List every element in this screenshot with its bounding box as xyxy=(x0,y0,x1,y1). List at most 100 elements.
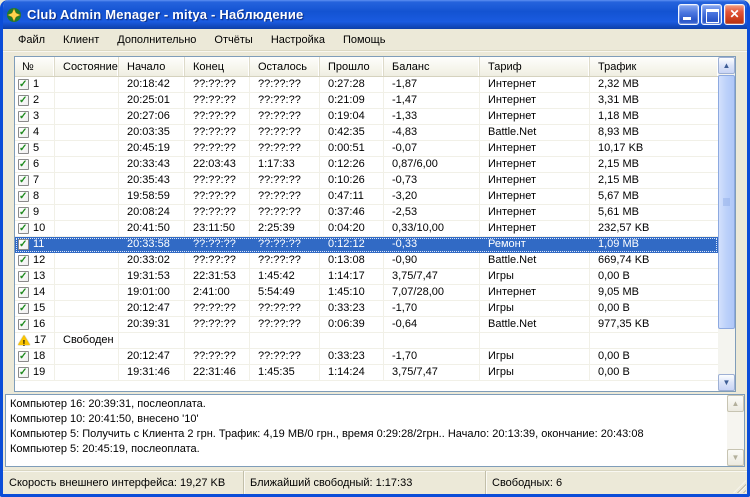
menu-item-help[interactable]: Помощь xyxy=(334,31,395,49)
menu-item-reports[interactable]: Отчёты xyxy=(205,31,261,49)
scroll-up-icon[interactable]: ▲ xyxy=(727,395,744,412)
cell-tariff: Ремонт xyxy=(480,237,590,253)
table-row[interactable]: 15 20:12:47 ??:??:?? ??:??:?? 0:33:23 -1… xyxy=(15,301,718,317)
cell-tariff: Интернет xyxy=(480,285,590,301)
cell-state: Свободен xyxy=(55,333,119,349)
column-header-start[interactable]: Начало xyxy=(119,57,185,76)
warning-icon xyxy=(18,335,30,348)
row-number: 17 xyxy=(34,334,47,346)
table-row[interactable]: 1 20:18:42 ??:??:?? ??:??:?? 0:27:28 -1,… xyxy=(15,77,718,93)
table-row[interactable]: 6 20:33:43 22:03:43 1:17:33 0:12:26 0,87… xyxy=(15,157,718,173)
cell-tariff: Интернет xyxy=(480,93,590,109)
log-line: Компьютер 10: 20:41:50, внесено '10' xyxy=(10,413,199,425)
menu-item-extra[interactable]: Дополнительно xyxy=(108,31,205,49)
cell-remaining: ??:??:?? xyxy=(250,93,320,109)
cell-remaining: ??:??:?? xyxy=(250,301,320,317)
cell-traffic: 1,18 MB xyxy=(590,109,718,125)
maximize-button[interactable] xyxy=(701,4,722,25)
cell-start: 19:01:00 xyxy=(119,285,185,301)
menu-item-file[interactable]: Файл xyxy=(9,31,54,49)
cell-remaining: 2:25:39 xyxy=(250,221,320,237)
cell-end: ??:??:?? xyxy=(185,253,250,269)
cell-end: ??:??:?? xyxy=(185,77,250,93)
cell-elapsed: 0:42:35 xyxy=(320,125,384,141)
scroll-up-icon[interactable]: ▲ xyxy=(718,57,735,74)
table-row[interactable]: 2 20:25:01 ??:??:?? ??:??:?? 0:21:09 -1,… xyxy=(15,93,718,109)
cell-start: 20:45:19 xyxy=(119,141,185,157)
table-row[interactable]: 19 19:31:46 22:31:46 1:45:35 1:14:24 3,7… xyxy=(15,365,718,381)
minimize-button[interactable] xyxy=(678,4,699,25)
table-row[interactable]: 10 20:41:50 23:11:50 2:25:39 0:04:20 0,3… xyxy=(15,221,718,237)
table-row[interactable]: 3 20:27:06 ??:??:?? ??:??:?? 0:19:04 -1,… xyxy=(15,109,718,125)
table-row[interactable]: 17 Свободен xyxy=(15,333,718,349)
column-header-end[interactable]: Конец xyxy=(185,57,250,76)
cell-end: 22:03:43 xyxy=(185,157,250,173)
menu-item-settings[interactable]: Настройка xyxy=(262,31,334,49)
table-row[interactable]: 9 20:08:24 ??:??:?? ??:??:?? 0:37:46 -2,… xyxy=(15,205,718,221)
column-header-tariff[interactable]: Тариф xyxy=(480,57,590,76)
table-row[interactable]: 13 19:31:53 22:31:53 1:45:42 1:14:17 3,7… xyxy=(15,269,718,285)
cell-elapsed: 0:06:39 xyxy=(320,317,384,333)
titlebar[interactable]: Club Admin Menager - mitya - Наблюдение xyxy=(3,0,747,29)
cell-start xyxy=(119,333,185,349)
menu-item-client[interactable]: Клиент xyxy=(54,31,108,49)
scrollbar-thumb[interactable] xyxy=(718,75,735,329)
checkbox-checked-icon xyxy=(18,125,29,140)
table-row[interactable]: 16 20:39:31 ??:??:?? ??:??:?? 0:06:39 -0… xyxy=(15,317,718,333)
cell-start: 20:27:06 xyxy=(119,109,185,125)
cell-start: 20:33:43 xyxy=(119,157,185,173)
row-number: 5 xyxy=(33,142,40,154)
cell-state xyxy=(55,141,119,157)
scroll-down-icon[interactable]: ▼ xyxy=(727,449,744,466)
cell-tariff: Battle.Net xyxy=(480,253,590,269)
column-header-number[interactable]: № xyxy=(15,57,55,76)
checkbox-checked-icon xyxy=(18,269,29,284)
cell-start: 20:08:24 xyxy=(119,205,185,221)
cell-remaining: ??:??:?? xyxy=(250,189,320,205)
table-row[interactable]: 7 20:35:43 ??:??:?? ??:??:?? 0:10:26 -0,… xyxy=(15,173,718,189)
cell-remaining: ??:??:?? xyxy=(250,77,320,93)
log-scrollbar[interactable]: ▲ ▼ xyxy=(727,395,744,466)
cell-balance: -0,64 xyxy=(384,317,480,333)
table-row[interactable]: 18 20:12:47 ??:??:?? ??:??:?? 0:33:23 -1… xyxy=(15,349,718,365)
checkbox-checked-icon xyxy=(18,109,29,124)
cell-balance: -1,70 xyxy=(384,301,480,317)
cell-start: 20:35:43 xyxy=(119,173,185,189)
column-header-state[interactable]: Состояние xyxy=(55,57,119,76)
cell-tariff: Игры xyxy=(480,365,590,381)
cell-balance: -3,20 xyxy=(384,189,480,205)
cell-remaining: ??:??:?? xyxy=(250,237,320,253)
cell-traffic: 232,57 KB xyxy=(590,221,718,237)
app-icon xyxy=(6,7,22,23)
cell-remaining: 1:45:42 xyxy=(250,269,320,285)
cell-balance: 7,07/28,00 xyxy=(384,285,480,301)
cell-end xyxy=(185,333,250,349)
table-header: № Состояние Начало Конец Осталось Прошло… xyxy=(15,57,718,77)
column-header-balance[interactable]: Баланс xyxy=(384,57,480,76)
table-row[interactable]: 12 20:33:02 ??:??:?? ??:??:?? 0:13:08 -0… xyxy=(15,253,718,269)
table-row[interactable]: 8 19:58:59 ??:??:?? ??:??:?? 0:47:11 -3,… xyxy=(15,189,718,205)
row-number: 13 xyxy=(33,270,46,282)
table-row[interactable]: 4 20:03:35 ??:??:?? ??:??:?? 0:42:35 -4,… xyxy=(15,125,718,141)
scroll-down-icon[interactable]: ▼ xyxy=(718,374,735,391)
cell-tariff: Battle.Net xyxy=(480,125,590,141)
cell-remaining: ??:??:?? xyxy=(250,253,320,269)
table-row[interactable]: 11 20:33:58 ??:??:?? ??:??:?? 0:12:12 -0… xyxy=(15,237,718,253)
log-line: Компьютер 16: 20:39:31, послеоплата. xyxy=(10,398,206,410)
column-header-elapsed[interactable]: Прошло xyxy=(320,57,384,76)
cell-balance: 3,75/7,47 xyxy=(384,365,480,381)
cell-end: ??:??:?? xyxy=(185,301,250,317)
status-next-free: Ближайший свободный: 1:17:33 xyxy=(244,471,486,494)
cell-elapsed: 0:33:23 xyxy=(320,349,384,365)
column-header-traffic[interactable]: Трафик xyxy=(590,57,718,76)
table-row[interactable]: 14 19:01:00 2:41:00 5:54:49 1:45:10 7,07… xyxy=(15,285,718,301)
table-row[interactable]: 5 20:45:19 ??:??:?? ??:??:?? 0:00:51 -0,… xyxy=(15,141,718,157)
column-header-remaining[interactable]: Осталось xyxy=(250,57,320,76)
checkbox-checked-icon xyxy=(18,189,29,204)
close-button[interactable] xyxy=(724,4,745,25)
table-scrollbar[interactable]: ▲ ▼ xyxy=(718,57,735,391)
status-interface-speed: Скорость внешнего интерфейса: 19,27 KB xyxy=(3,471,244,494)
cell-elapsed: 0:04:20 xyxy=(320,221,384,237)
row-number: 11 xyxy=(33,238,45,250)
cell-traffic: 2,32 MB xyxy=(590,77,718,93)
